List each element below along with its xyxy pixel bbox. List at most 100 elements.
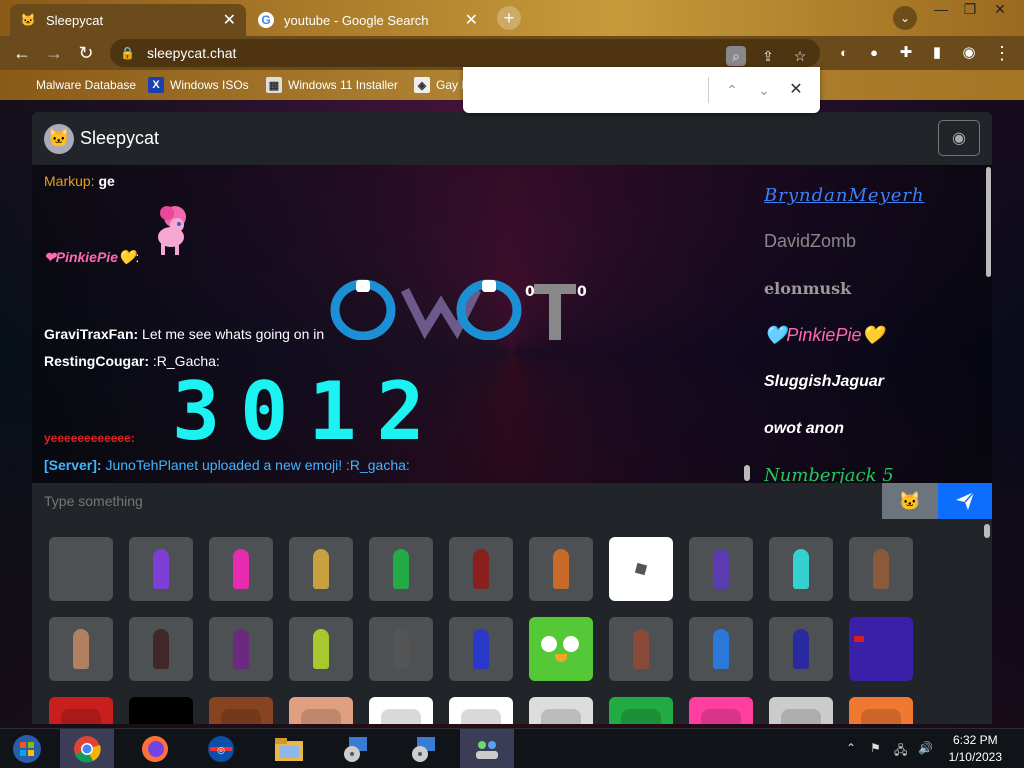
scrollbar-thumb[interactable] xyxy=(986,167,991,277)
taskbar-firefox[interactable] xyxy=(128,729,182,768)
emoji-tile[interactable] xyxy=(49,697,113,724)
emoji-tile[interactable] xyxy=(609,697,673,724)
action-center-flag-icon[interactable]: ⚑ xyxy=(870,741,881,755)
tab-youtube-search[interactable]: G youtube - Google Search ✕ xyxy=(248,4,488,36)
user-item[interactable]: Numberjack 5 xyxy=(764,465,894,483)
emoji-tile[interactable] xyxy=(289,697,353,724)
emoji-tile[interactable] xyxy=(449,617,513,681)
find-input[interactable] xyxy=(473,77,703,103)
bookmark-star-icon[interactable]: ☆ xyxy=(790,46,810,66)
extension-avatar-icon[interactable]: ● xyxy=(862,41,886,65)
emoji-tile[interactable] xyxy=(769,617,833,681)
emoji-tile[interactable] xyxy=(369,537,433,601)
message-user[interactable]: yeeeeeeeeeeee: xyxy=(44,431,135,445)
close-window-icon[interactable]: ✕ xyxy=(985,0,1015,20)
emoji-tile[interactable] xyxy=(609,617,673,681)
minimize-icon[interactable]: — xyxy=(926,0,956,20)
emoji-tile[interactable] xyxy=(529,697,593,724)
bookmark-gay[interactable]: ◈ Gay F xyxy=(414,76,469,94)
find-page-icon[interactable]: ⌕ xyxy=(726,46,746,66)
lock-icon[interactable]: 🔒 xyxy=(120,46,135,60)
emoji-tile[interactable] xyxy=(609,537,673,601)
tray-expand-icon[interactable]: ⌃ xyxy=(846,741,856,755)
taskbar-installer-1[interactable] xyxy=(328,729,382,768)
emoji-tile[interactable] xyxy=(449,537,513,601)
emoji-picker-button[interactable]: 🐱 xyxy=(882,483,938,519)
message-user[interactable]: Markup: xyxy=(44,173,95,189)
emoji-tile[interactable] xyxy=(769,697,833,724)
chat-message: Markup: ge xyxy=(44,173,115,189)
user-item[interactable]: owot anon xyxy=(764,420,844,438)
emoji-tile[interactable] xyxy=(49,537,113,601)
emoji-tile[interactable] xyxy=(849,617,913,681)
send-button[interactable] xyxy=(938,483,992,519)
emoji-tile[interactable] xyxy=(129,697,193,724)
emoji-tile[interactable] xyxy=(849,697,913,724)
taskbar-file-explorer[interactable] xyxy=(262,729,316,768)
menu-dots-icon[interactable]: ⋮ xyxy=(990,41,1014,65)
emoji-tile[interactable] xyxy=(49,617,113,681)
emoji-tile[interactable] xyxy=(529,617,593,681)
emoji-tile[interactable] xyxy=(289,617,353,681)
share-icon[interactable]: ⇪ xyxy=(758,46,778,66)
message-user[interactable]: [Server]: xyxy=(44,457,102,473)
address-bar[interactable]: 🔒 sleepycat.chat ⌕ ⇪ ☆ xyxy=(110,39,820,67)
message-user[interactable]: ❤PinkiePie💛 xyxy=(44,249,135,265)
new-tab-button[interactable]: + xyxy=(497,6,521,30)
account-button[interactable]: ◉ xyxy=(938,120,980,156)
emoji-scrollbar-thumb[interactable] xyxy=(984,524,990,538)
emoji-tile[interactable] xyxy=(289,537,353,601)
emoji-image-icon xyxy=(301,709,341,724)
user-item[interactable]: DavidZomb xyxy=(764,231,856,252)
message-user[interactable]: GraviTraxFan: xyxy=(44,326,138,342)
tab-search-chevron-icon[interactable]: ⌄ xyxy=(893,6,917,30)
user-item[interactable]: elonmusk xyxy=(764,279,851,298)
user-item[interactable]: BryndanMeyerh xyxy=(764,185,925,206)
user-item[interactable]: 🩵PinkiePie💛 xyxy=(764,325,884,346)
emoji-tile[interactable] xyxy=(209,537,273,601)
emoji-tile[interactable] xyxy=(369,697,433,724)
emoji-tile[interactable] xyxy=(689,697,753,724)
tab-sleepycat[interactable]: 🐱 Sleepycat ✕ xyxy=(10,4,246,36)
emoji-tile[interactable] xyxy=(689,537,753,601)
emoji-tile[interactable] xyxy=(209,697,273,724)
find-close-icon[interactable]: ✕ xyxy=(785,79,807,101)
emoji-tile[interactable] xyxy=(449,697,513,724)
extensions-puzzle-icon[interactable]: ✚ xyxy=(894,41,918,65)
close-tab-icon[interactable]: ✕ xyxy=(223,10,236,30)
emoji-tile[interactable] xyxy=(129,537,193,601)
bookmark-malware-database[interactable]: Malware Database xyxy=(14,76,136,94)
find-previous-icon[interactable]: ⌃ xyxy=(721,79,743,101)
reload-icon[interactable]: ↻ xyxy=(74,41,98,65)
forward-arrow-icon[interactable]: → xyxy=(42,41,66,65)
user-item[interactable]: SluggishJaguar xyxy=(764,373,884,391)
message-input[interactable] xyxy=(32,483,882,519)
chat-scrollbar-thumb[interactable] xyxy=(744,465,750,481)
bookmark-windows-isos[interactable]: X Windows ISOs xyxy=(148,76,249,94)
message-user[interactable]: RestingCougar: xyxy=(44,353,149,369)
volume-icon[interactable]: 🔊 xyxy=(918,741,933,755)
emoji-tile[interactable] xyxy=(209,617,273,681)
emoji-tile[interactable] xyxy=(529,537,593,601)
system-clock[interactable]: 6:32 PM 1/10/2023 xyxy=(949,732,1002,766)
restore-icon[interactable]: ❐ xyxy=(955,0,985,20)
taskbar-network-app[interactable] xyxy=(460,729,514,768)
taskbar-chrome[interactable] xyxy=(60,729,114,768)
taskbar-app[interactable]: ◎ xyxy=(194,729,248,768)
network-icon[interactable]: 🖧 xyxy=(894,741,907,762)
emoji-tile[interactable] xyxy=(689,617,753,681)
bookmark-windows-11-installer[interactable]: ▦ Windows 11 Installer xyxy=(266,76,398,94)
emoji-tile[interactable] xyxy=(769,537,833,601)
users-scrollbar[interactable] xyxy=(984,165,992,483)
extension-flag-icon[interactable]: ◐ xyxy=(832,41,856,65)
side-panel-icon[interactable]: ▮ xyxy=(925,41,949,65)
taskbar-installer-2[interactable] xyxy=(396,729,450,768)
back-arrow-icon[interactable]: ← xyxy=(10,41,34,65)
find-next-icon[interactable]: ⌄ xyxy=(753,79,775,101)
close-tab-icon[interactable]: ✕ xyxy=(465,10,478,30)
emoji-tile[interactable] xyxy=(369,617,433,681)
emoji-tile[interactable] xyxy=(849,537,913,601)
start-button[interactable] xyxy=(0,729,54,768)
profile-icon[interactable]: ◉ xyxy=(957,41,981,65)
emoji-tile[interactable] xyxy=(129,617,193,681)
